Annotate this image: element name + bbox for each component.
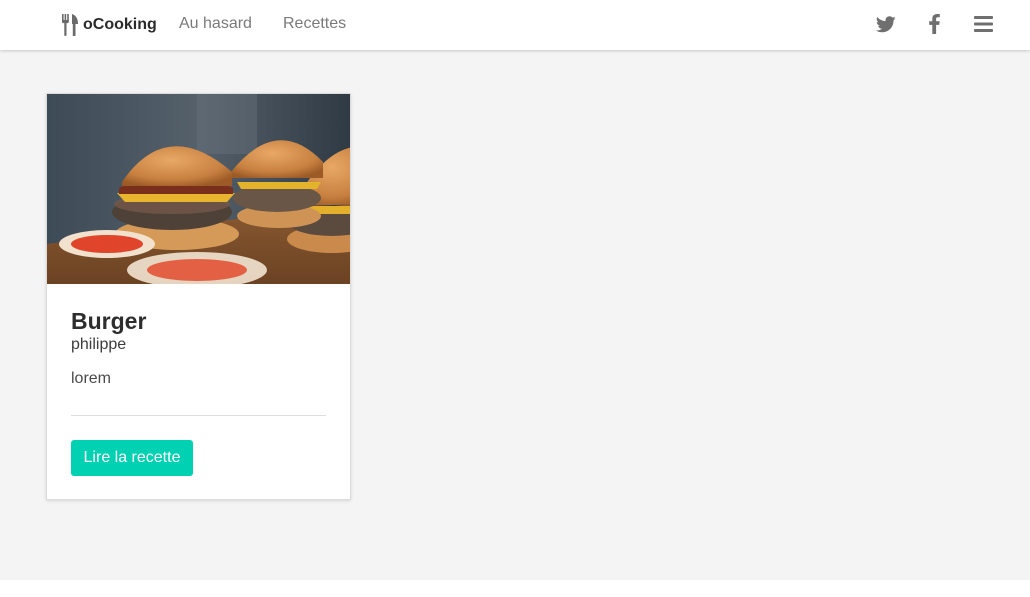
top-navbar: oCooking Au hasard Recettes bbox=[0, 0, 1030, 50]
twitter-link[interactable] bbox=[875, 13, 897, 35]
menu-button[interactable] bbox=[972, 13, 994, 35]
nav-link-au-hasard[interactable]: Au hasard bbox=[179, 14, 252, 34]
facebook-icon bbox=[928, 14, 940, 34]
burger-photo bbox=[47, 94, 350, 284]
twitter-icon bbox=[876, 15, 896, 32]
recipe-card: Burger philippe lorem Lire la recette bbox=[46, 93, 351, 500]
menu-icon bbox=[973, 16, 993, 32]
recipe-title: Burger bbox=[71, 308, 147, 334]
recipe-author: philippe bbox=[71, 336, 127, 353]
read-recipe-button[interactable]: Lire la recette bbox=[71, 440, 193, 476]
utensils-icon bbox=[62, 14, 78, 36]
main-content: Burger philippe lorem Lire la recette bbox=[0, 50, 1030, 580]
card-divider bbox=[71, 415, 326, 416]
recipe-description: lorem bbox=[71, 370, 112, 387]
nav-link-recettes[interactable]: Recettes bbox=[283, 14, 346, 34]
brand-name: oCooking bbox=[83, 16, 157, 33]
facebook-link[interactable] bbox=[923, 13, 945, 35]
brand-link[interactable]: oCooking bbox=[61, 13, 157, 37]
